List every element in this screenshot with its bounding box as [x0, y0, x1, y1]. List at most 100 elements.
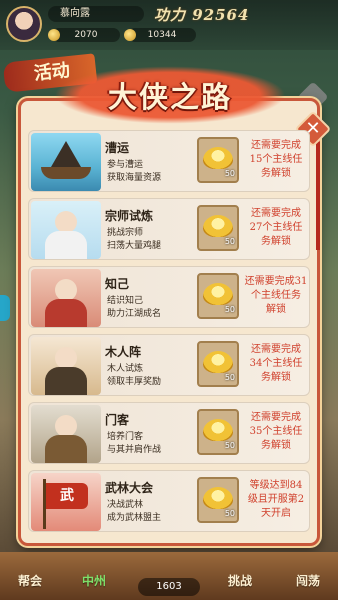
feature-row-retainer[interactable]: 门客 培养门客 与其并肩作战 50 还需要完成 35个主线任 务解锁: [28, 402, 310, 464]
player-name: 慕向露: [48, 6, 144, 22]
flag-illustration: 武: [31, 473, 101, 531]
status-line: 还需要完成: [251, 344, 301, 355]
desc-line: 结识知己: [107, 296, 144, 306]
status-line: 还需要完成: [251, 412, 301, 423]
status-line: 级且开服第2: [247, 494, 305, 505]
nav-guild[interactable]: 帮会: [4, 572, 56, 594]
nav-city[interactable]: 中州: [68, 572, 120, 594]
master-robe-icon: [45, 231, 87, 259]
lady-dress-icon: [45, 299, 87, 327]
status-line: 解锁: [266, 304, 286, 315]
unlock-status: 等级达到84 级且开服第2 天开启: [243, 479, 309, 527]
feature-description: 决战武林 成为武林盟主: [107, 499, 193, 529]
desc-line: 培养门客: [107, 432, 144, 442]
desc-line: 领取丰厚奖励: [107, 377, 162, 387]
reward-count: 50: [224, 509, 235, 518]
reward-count: 50: [224, 441, 235, 450]
unlock-status: 还需要完成 34个主线任 务解锁: [243, 343, 309, 391]
lady-illustration: [31, 269, 101, 327]
boat-illustration: [31, 133, 101, 191]
feature-row-wooden-dummy[interactable]: 木人阵 木人试炼 领取丰厚奖励 50 还需要完成 34个主线任 务解锁: [28, 334, 310, 396]
status-line: 务解锁: [261, 168, 291, 179]
dummy-body-icon: [45, 367, 87, 395]
desc-line: 木人试炼: [107, 364, 144, 374]
reward-count: 50: [224, 305, 235, 314]
nav-adventure[interactable]: 闯荡: [282, 572, 334, 594]
status-line: 务解锁: [261, 372, 291, 383]
feature-name: 漕运: [105, 141, 130, 155]
reward-count: 50: [224, 169, 235, 178]
retainer-illustration: [31, 405, 101, 463]
gold-ingot-icon: [203, 147, 233, 169]
gold-ingot-icon: [203, 351, 233, 373]
master-illustration: [31, 201, 101, 259]
dummy-head-icon: [55, 347, 77, 369]
unlock-status: 还需要完成 27个主线任 务解锁: [243, 207, 309, 255]
feature-name: 门客: [105, 413, 130, 427]
dummy-illustration: [31, 337, 101, 395]
status-line: 还需要完成31: [244, 276, 308, 287]
feature-description: 木人试炼 领取丰厚奖励: [107, 363, 193, 393]
feature-name: 木人阵: [105, 345, 142, 359]
status-line: 等级达到84: [249, 480, 303, 491]
silver-resource[interactable]: 10344: [124, 28, 196, 42]
status-line: 15个主线任: [249, 154, 303, 165]
gold-ingot-icon: [203, 283, 233, 305]
feature-row-master-trial[interactable]: 宗师试炼 挑战宗师 扫荡大量鸡腿 50 还需要完成 27个主线任 务解锁: [28, 198, 310, 260]
feature-row-martial-conference[interactable]: 武 武林大会 决战武林 成为武林盟主 50 等级达到84 级且开服第2 天开启: [28, 470, 310, 532]
reward-count: 50: [224, 373, 235, 382]
silver-amount: 10344: [147, 30, 177, 40]
unlock-status: 还需要完成 15个主线任 务解锁: [243, 139, 309, 187]
status-line: 天开启: [261, 508, 291, 519]
modal-title: 大侠之路: [107, 80, 232, 114]
unlock-status: 还需要完成 35个主线任 务解锁: [243, 411, 309, 459]
desc-line: 扫荡大量鸡腿: [107, 241, 162, 251]
nav-challenge[interactable]: 挑战: [214, 572, 266, 594]
desc-line: 获取海量资源: [107, 173, 162, 183]
desc-line: 挑战宗师: [107, 228, 144, 238]
silver-coin-icon: [124, 29, 136, 41]
feature-description: 培养门客 与其并肩作战: [107, 431, 193, 461]
status-line: 27个主线任: [249, 222, 303, 233]
status-line: 个主线任务: [251, 290, 301, 301]
feature-description: 参与漕运 获取海量资源: [107, 159, 193, 189]
feature-description: 结识知己 助力江湖成名: [107, 295, 193, 325]
status-line: 35个主线任: [249, 426, 303, 437]
gold-coin-icon: [48, 29, 60, 41]
sail-icon: [51, 141, 81, 167]
reward-slot[interactable]: 50: [197, 477, 239, 523]
status-line: 还需要完成: [251, 208, 301, 219]
status-line: 务解锁: [261, 236, 291, 247]
desc-line: 参与漕运: [107, 160, 144, 170]
feature-description: 挑战宗师 扫荡大量鸡腿: [107, 227, 193, 257]
flag-icon: 武: [46, 483, 88, 509]
feature-name: 宗师试炼: [105, 209, 154, 223]
reward-slot[interactable]: 50: [197, 205, 239, 251]
retainer-body-icon: [45, 435, 87, 463]
bottom-counter: 1603: [138, 578, 200, 596]
gold-ingot-icon: [203, 215, 233, 237]
reward-count: 50: [224, 237, 235, 246]
reward-slot[interactable]: 50: [197, 273, 239, 319]
retainer-head-icon: [55, 415, 77, 437]
player-avatar[interactable]: [6, 6, 42, 42]
power-label: 功力 92564: [154, 6, 250, 24]
desc-line: 与其并肩作战: [107, 445, 162, 455]
gold-resource[interactable]: 2070: [48, 28, 120, 42]
feature-row-confidant[interactable]: 知己 结识知己 助力江湖成名 50 还需要完成31 个主线任务 解锁: [28, 266, 310, 328]
unlock-status: 还需要完成31 个主线任务 解锁: [243, 275, 309, 323]
status-line: 务解锁: [261, 440, 291, 451]
status-line: 还需要完成: [251, 140, 301, 151]
side-badge[interactable]: [0, 295, 10, 321]
tassel-decoration: [316, 142, 320, 250]
lady-head-icon: [55, 279, 77, 301]
gold-amount: 2070: [74, 30, 98, 40]
feature-name: 武林大会: [105, 481, 154, 495]
reward-slot[interactable]: 50: [197, 409, 239, 455]
reward-slot[interactable]: 50: [197, 341, 239, 387]
reward-slot[interactable]: 50: [197, 137, 239, 183]
gold-ingot-icon: [203, 419, 233, 441]
master-head-icon: [55, 211, 77, 233]
hull-icon: [41, 167, 91, 179]
feature-row-canal-transport[interactable]: 漕运 参与漕运 获取海量资源 50 还需要完成 15个主线任 务解锁: [28, 130, 310, 192]
